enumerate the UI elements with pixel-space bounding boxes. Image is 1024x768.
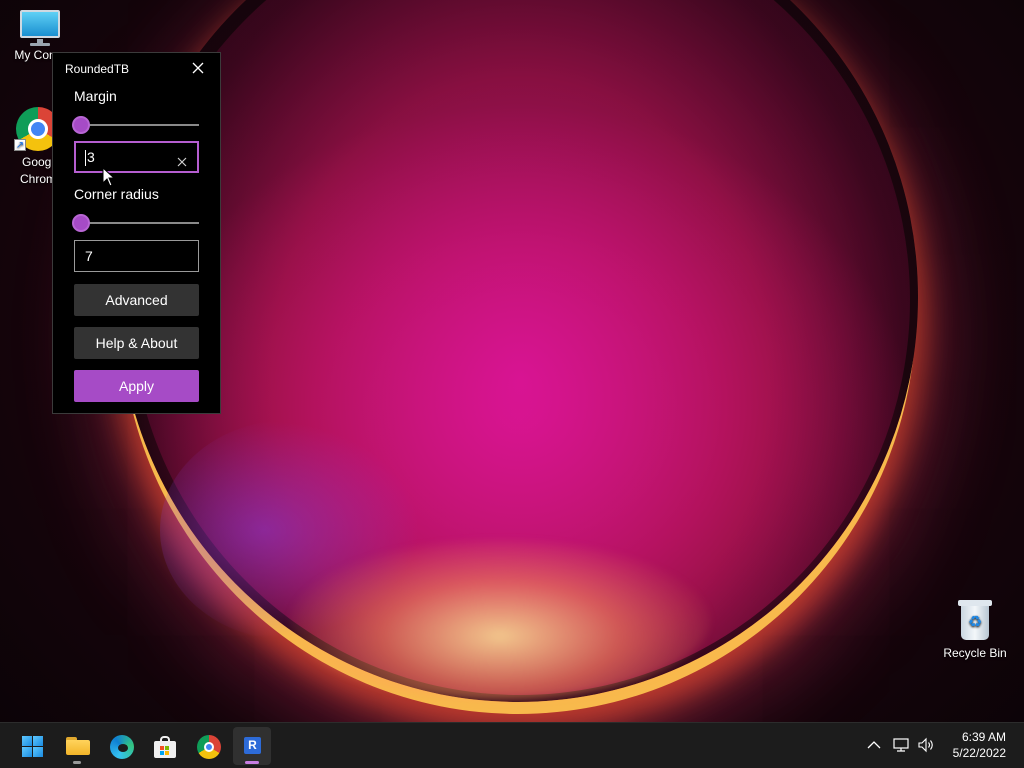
help-about-button[interactable]: Help & About: [74, 327, 199, 359]
apply-button[interactable]: Apply: [74, 370, 199, 402]
desktop-icon-recycle-bin[interactable]: ♻ Recycle Bin: [935, 598, 1015, 661]
margin-slider[interactable]: [72, 115, 199, 135]
clear-input-button[interactable]: [175, 150, 189, 167]
clock-date: 5/22/2022: [952, 746, 1006, 760]
roundedtb-window: RoundedTB Margin 3 Corner radius 7 Advan…: [52, 52, 221, 414]
taskbar-clock[interactable]: 6:39 AM 5/22/2022: [953, 729, 1006, 761]
start-button[interactable]: [13, 727, 51, 765]
shortcut-arrow-icon: ↗: [14, 139, 26, 151]
volume-icon: [918, 737, 933, 753]
advanced-button[interactable]: Advanced: [74, 284, 199, 316]
edge-icon: [110, 735, 134, 759]
text-caret: [85, 150, 86, 167]
computer-icon: [18, 10, 62, 46]
window-title: RoundedTB: [65, 62, 130, 76]
network-icon: [893, 738, 909, 752]
clear-icon: [177, 157, 187, 167]
wallpaper-glow-yellow: [290, 540, 710, 700]
taskbar: R 6:39 AM 5/22/2022: [0, 722, 1024, 768]
taskbar-edge[interactable]: [102, 727, 140, 765]
margin-input-value: 3: [87, 149, 95, 165]
show-hidden-icons-button[interactable]: [865, 736, 883, 754]
chevron-up-icon: [867, 741, 881, 749]
desktop-icon-label: Recycle Bin: [943, 646, 1007, 660]
roundedtb-icon: R: [244, 737, 261, 754]
store-icon: [154, 736, 176, 758]
chrome-icon: [197, 735, 221, 759]
network-button[interactable]: [892, 736, 910, 754]
recycle-bin-icon: ♻: [957, 598, 993, 640]
margin-label: Margin: [74, 88, 117, 104]
volume-button[interactable]: [917, 736, 935, 754]
close-icon: [192, 62, 204, 74]
folder-icon: [66, 737, 90, 755]
taskbar-roundedtb[interactable]: R: [233, 727, 271, 765]
running-indicator: [245, 761, 259, 764]
running-indicator: [73, 761, 81, 764]
corner-radius-input-value: 7: [85, 248, 93, 264]
corner-radius-slider[interactable]: [72, 213, 199, 233]
clock-time: 6:39 AM: [961, 730, 1006, 744]
taskbar-file-explorer[interactable]: [58, 727, 96, 765]
taskbar-store[interactable]: [145, 727, 183, 765]
corner-radius-input[interactable]: 7: [74, 240, 199, 272]
close-button[interactable]: [190, 60, 206, 76]
taskbar-chrome[interactable]: [189, 727, 227, 765]
windows-logo-icon: [22, 736, 43, 757]
slider-thumb[interactable]: [72, 214, 90, 232]
margin-input[interactable]: 3: [74, 141, 199, 173]
corner-radius-label: Corner radius: [74, 186, 159, 202]
mouse-cursor-icon: [102, 167, 116, 187]
slider-thumb[interactable]: [72, 116, 90, 134]
